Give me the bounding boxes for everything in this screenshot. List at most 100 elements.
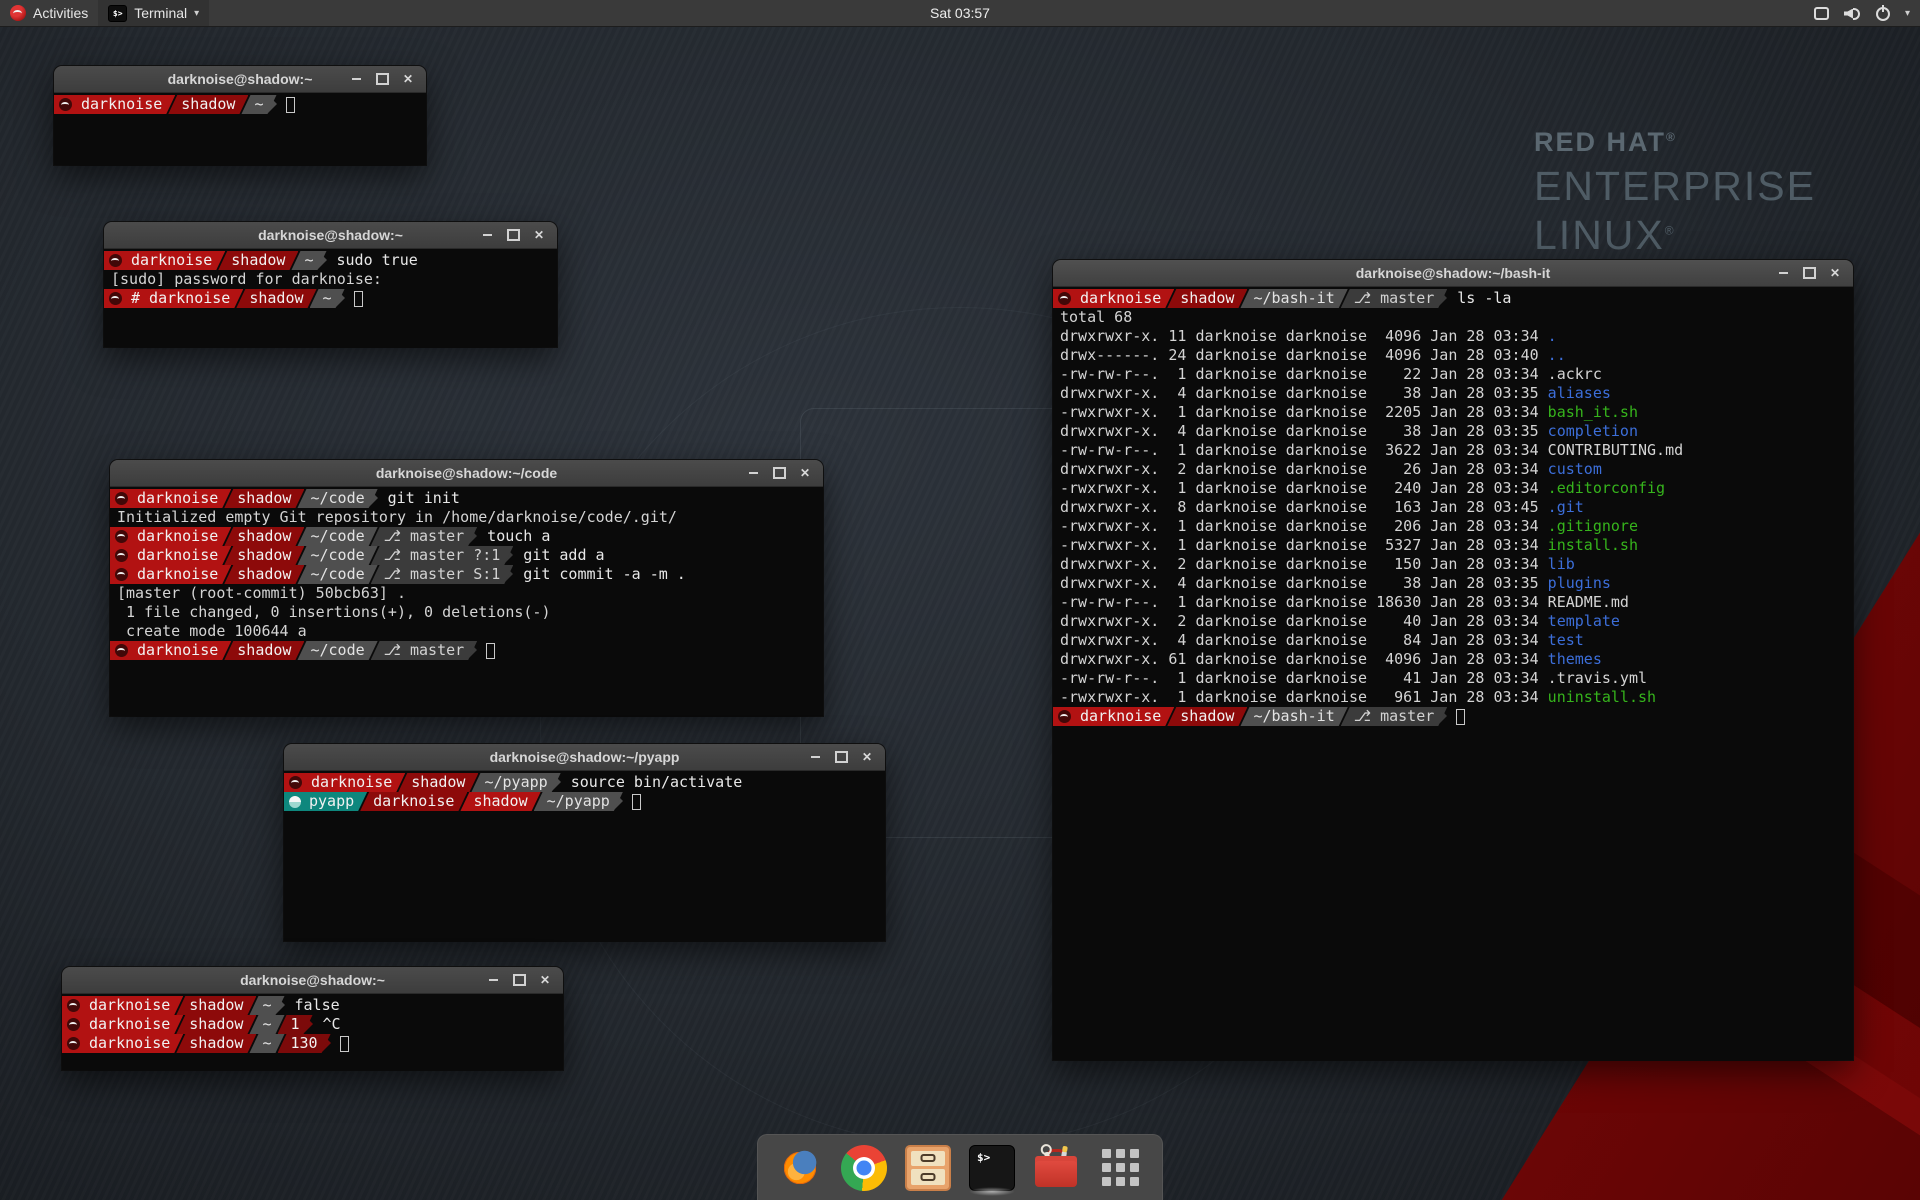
prompt-segment: ~/bash-it bbox=[1240, 707, 1347, 726]
minimize-button[interactable] bbox=[483, 970, 503, 990]
output-line: [master (root-commit) 50bcb63] . bbox=[110, 584, 823, 603]
firefox-icon bbox=[777, 1145, 823, 1191]
close-button[interactable] bbox=[795, 463, 815, 483]
distro-icon bbox=[67, 1037, 80, 1050]
segment-label: ~ bbox=[304, 251, 313, 270]
prompt-segment: darknoise bbox=[284, 773, 405, 792]
minimize-button[interactable] bbox=[743, 463, 763, 483]
file-attributes: -rw-rw-r--. 1 darknoise darknoise 22 Jan… bbox=[1053, 365, 1548, 384]
command-text: ^C bbox=[323, 1015, 341, 1034]
maximize-button[interactable] bbox=[831, 747, 851, 767]
window-titlebar[interactable]: darknoise@shadow:~/pyapp bbox=[284, 744, 885, 771]
prompt-segment: ⎇ master bbox=[371, 527, 478, 546]
dock-item-chrome[interactable] bbox=[840, 1140, 888, 1196]
chevron-down-icon[interactable]: ▾ bbox=[1905, 8, 1910, 19]
dock-item-app-grid[interactable] bbox=[1096, 1140, 1144, 1196]
file-row: drwx------. 24 darknoise darknoise 4096 … bbox=[1053, 346, 1853, 365]
prompt-line: darknoiseshadow~/bash-it⎇ masterls -la bbox=[1053, 289, 1853, 308]
prompt-segment: ~/code bbox=[297, 489, 377, 508]
minimize-button[interactable] bbox=[346, 69, 366, 89]
file-name: completion bbox=[1548, 422, 1638, 441]
minimize-button[interactable] bbox=[805, 747, 825, 767]
file-attributes: drwxrwxr-x. 4 darknoise darknoise 84 Jan… bbox=[1053, 631, 1548, 650]
dock-item-toolbox[interactable] bbox=[1032, 1140, 1080, 1196]
file-row: drwxrwxr-x. 2 darknoise darknoise 26 Jan… bbox=[1053, 460, 1853, 479]
maximize-button[interactable] bbox=[1799, 263, 1819, 283]
segment-label: ~ bbox=[262, 1034, 271, 1053]
terminal-body[interactable]: darknoiseshadow~/bash-it⎇ masterls -lato… bbox=[1053, 287, 1853, 1060]
segment-label: shadow bbox=[411, 773, 465, 792]
distro-icon bbox=[115, 568, 128, 581]
window-titlebar[interactable]: darknoise@shadow:~ bbox=[54, 66, 426, 93]
prompt-segment: darknoise bbox=[62, 996, 183, 1015]
terminal-body[interactable]: darknoiseshadow~sudo true[sudo] password… bbox=[104, 249, 557, 347]
minimize-button[interactable] bbox=[1773, 263, 1793, 283]
close-button[interactable] bbox=[529, 225, 549, 245]
terminal-body[interactable]: darknoiseshadow~/codegit initInitialized… bbox=[110, 487, 823, 716]
maximize-button[interactable] bbox=[503, 225, 523, 245]
dock-item-files[interactable] bbox=[904, 1140, 952, 1196]
toolbox-icon bbox=[1033, 1145, 1079, 1191]
window-buttons bbox=[805, 747, 877, 767]
maximize-button[interactable] bbox=[769, 463, 789, 483]
file-attributes: -rw-rw-r--. 1 darknoise darknoise 18630 … bbox=[1053, 593, 1548, 612]
segment-label: ~/code bbox=[310, 527, 364, 546]
output-text: [sudo] password for darknoise: bbox=[104, 270, 382, 289]
activities-button[interactable]: Activities bbox=[0, 0, 98, 26]
prompt-line: # darknoiseshadow~ bbox=[104, 289, 557, 308]
top-bar-left: Activities $> Terminal ▾ bbox=[0, 0, 209, 26]
close-button[interactable] bbox=[535, 970, 555, 990]
window-titlebar[interactable]: darknoise@shadow:~ bbox=[62, 967, 563, 994]
file-attributes: drwxrwxr-x. 2 darknoise darknoise 26 Jan… bbox=[1053, 460, 1548, 479]
dock-item-terminal[interactable]: $> bbox=[968, 1140, 1016, 1196]
minimize-button[interactable] bbox=[477, 225, 497, 245]
prompt-segment: ⎇ master ?:1 bbox=[371, 546, 514, 565]
segment-label: ~ bbox=[254, 95, 263, 114]
volume-icon[interactable] bbox=[1844, 7, 1861, 21]
running-indicator bbox=[969, 1187, 1015, 1196]
segment-label: darknoise bbox=[373, 792, 454, 811]
display-icon[interactable] bbox=[1814, 7, 1829, 20]
prompt-line: darknoiseshadow~/pyappsource bin/activat… bbox=[284, 773, 885, 792]
dock-item-firefox[interactable] bbox=[776, 1140, 824, 1196]
window-titlebar[interactable]: darknoise@shadow:~/code bbox=[110, 460, 823, 487]
prompt-line: darknoiseshadow~sudo true bbox=[104, 251, 557, 270]
app-menu-terminal[interactable]: $> Terminal ▾ bbox=[98, 0, 209, 26]
power-icon[interactable] bbox=[1876, 7, 1890, 21]
prompt-segment: darknoise bbox=[54, 95, 175, 114]
prompt-line: darknoiseshadow~/codegit init bbox=[110, 489, 823, 508]
close-button[interactable] bbox=[1825, 263, 1845, 283]
window-titlebar[interactable]: darknoise@shadow:~/bash-it bbox=[1053, 260, 1853, 287]
clock[interactable]: Sat 03:57 bbox=[930, 5, 990, 21]
maximize-button[interactable] bbox=[372, 69, 392, 89]
output-line: total 68 bbox=[1053, 308, 1853, 327]
segment-label: ⎇ master bbox=[384, 527, 465, 546]
window-buttons bbox=[477, 225, 549, 245]
output-line: Initialized empty Git repository in /hom… bbox=[110, 508, 823, 527]
segment-label: shadow bbox=[231, 251, 285, 270]
maximize-button[interactable] bbox=[509, 970, 529, 990]
file-name: .editorconfig bbox=[1548, 479, 1665, 498]
file-attributes: -rwxrwxr-x. 1 darknoise darknoise 206 Ja… bbox=[1053, 517, 1548, 536]
output-text: [master (root-commit) 50bcb63] . bbox=[110, 584, 406, 603]
terminal-body[interactable]: darknoiseshadow~ bbox=[54, 93, 426, 165]
close-button[interactable] bbox=[857, 747, 877, 767]
redhat-logo-icon bbox=[10, 5, 26, 21]
segment-label: darknoise bbox=[137, 546, 218, 565]
prompt-segment: ~/code bbox=[297, 641, 377, 660]
terminal-body[interactable]: darknoiseshadow~falsedarknoiseshadow~1^C… bbox=[62, 994, 563, 1070]
close-button[interactable] bbox=[398, 69, 418, 89]
file-row: drwxrwxr-x. 2 darknoise darknoise 40 Jan… bbox=[1053, 612, 1853, 631]
prompt-line: darknoiseshadow~/code⎇ master bbox=[110, 641, 823, 660]
app-menu-label: Terminal bbox=[134, 5, 187, 21]
command-text: git init bbox=[388, 489, 460, 508]
terminal-body[interactable]: darknoiseshadow~/pyappsource bin/activat… bbox=[284, 771, 885, 941]
segment-label: ~/code bbox=[310, 565, 364, 584]
prompt-segment: ~/code bbox=[297, 527, 377, 546]
window-titlebar[interactable]: darknoise@shadow:~ bbox=[104, 222, 557, 249]
prompt-line: darknoiseshadow~false bbox=[62, 996, 563, 1015]
file-name: .ackrc bbox=[1548, 365, 1602, 384]
dock: $> bbox=[757, 1134, 1163, 1200]
file-row: -rw-rw-r--. 1 darknoise darknoise 18630 … bbox=[1053, 593, 1853, 612]
system-indicators[interactable]: ▾ bbox=[1814, 0, 1910, 27]
